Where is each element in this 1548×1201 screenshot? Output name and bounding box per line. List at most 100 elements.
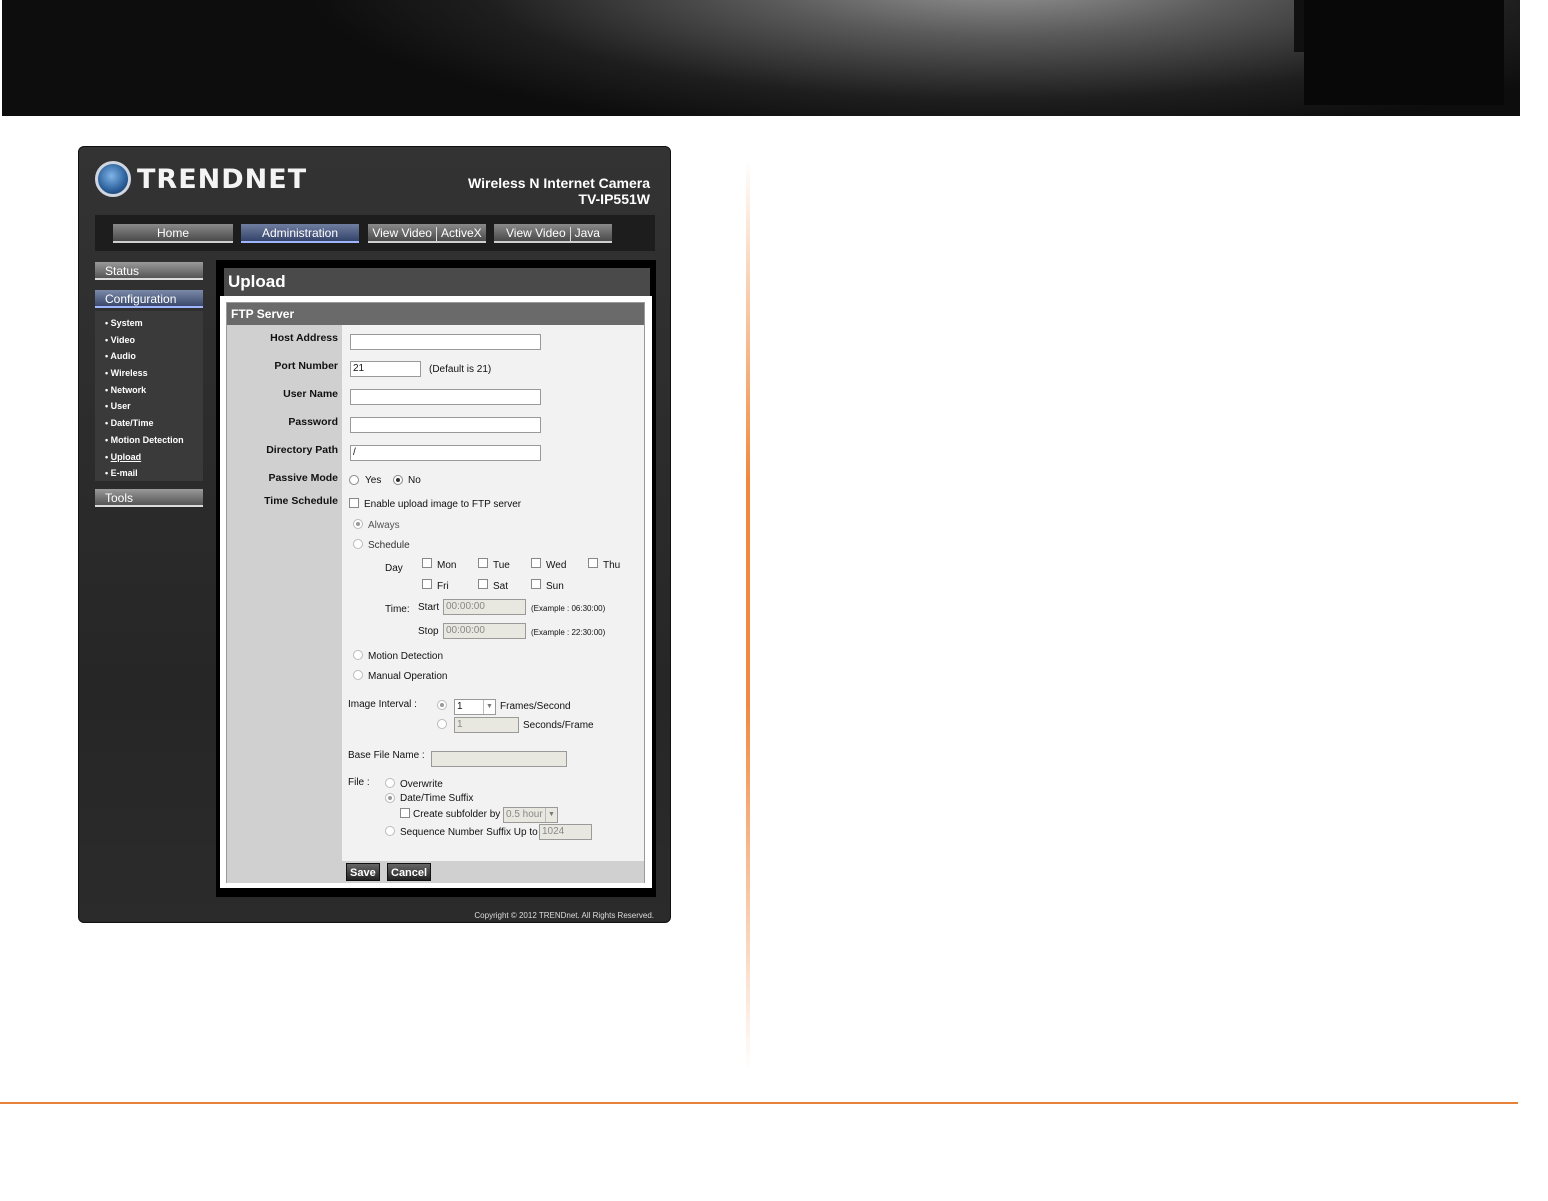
start-time-input[interactable]: 00:00:00 — [443, 599, 526, 615]
chevron-down-icon: ▼ — [483, 700, 495, 714]
day-wed-label: Wed — [546, 560, 567, 571]
passive-no-label: No — [408, 475, 421, 486]
datetime-suffix-radio[interactable] — [385, 793, 395, 803]
submenu-item-network[interactable]: • Network — [95, 382, 203, 399]
menu-configuration[interactable]: Configuration — [95, 290, 203, 308]
submenu-item-datetime[interactable]: • Date/Time — [95, 415, 203, 432]
base-file-name-label: Base File Name : — [348, 750, 425, 761]
submenu-item-wireless[interactable]: • Wireless — [95, 365, 203, 382]
time-schedule-label: Time Schedule — [264, 495, 338, 507]
submenu-label: User — [110, 401, 131, 412]
menu-tools[interactable]: Tools — [95, 489, 203, 507]
chevron-down-icon: ▼ — [545, 808, 557, 822]
seconds-unit-label: Seconds/Frame — [523, 720, 594, 731]
page-title: Upload — [224, 268, 650, 296]
day-mon-checkbox[interactable] — [422, 558, 432, 568]
stop-time-input[interactable]: 00:00:00 — [443, 623, 526, 639]
day-thu-label: Thu — [603, 560, 621, 571]
overwrite-label: Overwrite — [400, 779, 443, 790]
day-fri-label: Fri — [437, 581, 449, 592]
day-label: Day — [385, 563, 403, 574]
subfolder-value: 0.5 hour — [506, 809, 543, 820]
password-input[interactable] — [350, 417, 541, 433]
nav-home[interactable]: Home — [113, 224, 233, 243]
nav-label: View Video — [372, 226, 432, 240]
base-file-name-input[interactable] — [431, 751, 567, 767]
seconds-input[interactable]: 1 — [454, 717, 519, 733]
enable-upload-label: Enable upload image to FTP server — [364, 499, 522, 510]
submenu-item-motion-detection[interactable]: • Motion Detection — [95, 432, 203, 449]
nav-label: Java — [574, 226, 600, 240]
day-tue-label: Tue — [493, 560, 510, 571]
menu-status[interactable]: Status — [95, 262, 203, 280]
manual-operation-radio[interactable] — [353, 670, 363, 680]
always-label: Always — [368, 520, 400, 531]
ftp-form: FTP Server Host Address Port Number 21 (… — [226, 302, 645, 883]
cancel-button[interactable]: Cancel — [387, 863, 432, 881]
frames-select[interactable]: 1 ▼ — [454, 699, 496, 715]
start-label: Start — [418, 602, 440, 613]
submenu-item-email[interactable]: • E-mail — [95, 465, 203, 482]
frames-per-second-radio[interactable] — [437, 700, 447, 710]
datetime-suffix-label: Date/Time Suffix — [400, 793, 474, 804]
submenu-label: Motion Detection — [110, 434, 184, 445]
sequence-suffix-radio[interactable] — [385, 826, 395, 836]
separator — [569, 226, 571, 241]
day-mon-label: Mon — [437, 560, 457, 571]
submenu-item-user[interactable]: • User — [95, 398, 203, 415]
passive-no-radio[interactable] — [393, 475, 403, 485]
nav-label: ActiveX — [440, 226, 482, 240]
file-label: File : — [348, 777, 370, 788]
banner-corner-block — [1304, 0, 1504, 105]
passive-yes-label: Yes — [365, 475, 382, 486]
start-example: (Example : 06:30:00) — [531, 604, 606, 613]
content-inner: FTP Server Host Address Port Number 21 (… — [220, 296, 652, 888]
nav-label: View Video — [506, 226, 566, 240]
submenu-item-audio[interactable]: • Audio — [95, 348, 203, 365]
subfolder-select[interactable]: 0.5 hour ▼ — [503, 807, 558, 823]
schedule-label: Schedule — [368, 540, 410, 551]
nav-view-video-activex[interactable]: View Video ActiveX — [368, 224, 486, 243]
submenu-item-system[interactable]: • System — [95, 315, 203, 332]
seconds-per-frame-radio[interactable] — [437, 719, 447, 729]
day-fri-checkbox[interactable] — [422, 579, 432, 589]
schedule-radio[interactable] — [353, 539, 363, 549]
create-subfolder-checkbox[interactable] — [400, 808, 410, 818]
configuration-submenu: • System • Video • Audio • Wireless • Ne… — [95, 311, 203, 481]
globe-logo-icon — [95, 161, 131, 197]
nav-view-video-java[interactable]: View Video Java — [494, 224, 612, 243]
directory-path-input[interactable]: / — [350, 445, 541, 461]
submenu-label: Audio — [110, 351, 136, 362]
motion-detection-radio[interactable] — [353, 650, 363, 660]
user-name-label: User Name — [283, 388, 338, 400]
day-wed-checkbox[interactable] — [531, 558, 541, 568]
day-sun-checkbox[interactable] — [531, 579, 541, 589]
host-address-input[interactable] — [350, 334, 541, 350]
day-sat-checkbox[interactable] — [478, 579, 488, 589]
submenu-label: E-mail — [110, 468, 138, 479]
camera-web-ui: TRENDNET Wireless N Internet Camera TV-I… — [78, 146, 671, 923]
product-line: Wireless N Internet Camera — [468, 175, 650, 191]
port-number-input[interactable]: 21 — [350, 361, 421, 377]
submenu-label: Network — [110, 384, 147, 395]
passive-yes-radio[interactable] — [349, 475, 359, 485]
overwrite-radio[interactable] — [385, 778, 395, 788]
submenu-item-video[interactable]: • Video — [95, 332, 203, 349]
trendnet-logo: TRENDNET — [95, 161, 307, 197]
submenu-item-upload[interactable]: • Upload — [95, 449, 203, 466]
sequence-limit-input[interactable]: 1024 — [539, 824, 592, 840]
stop-example: (Example : 22:30:00) — [531, 628, 606, 637]
day-sat-label: Sat — [493, 581, 509, 592]
user-name-input[interactable] — [350, 389, 541, 405]
label-column — [227, 325, 342, 882]
nav-administration[interactable]: Administration — [241, 224, 359, 243]
save-button[interactable]: Save — [346, 863, 380, 881]
enable-upload-checkbox[interactable] — [349, 498, 359, 508]
create-subfolder-label: Create subfolder by — [413, 809, 501, 820]
port-number-label: Port Number — [274, 360, 338, 372]
always-radio[interactable] — [353, 519, 363, 529]
password-label: Password — [288, 416, 338, 428]
day-tue-checkbox[interactable] — [478, 558, 488, 568]
day-thu-checkbox[interactable] — [588, 558, 598, 568]
frames-unit-label: Frames/Second — [500, 701, 571, 712]
